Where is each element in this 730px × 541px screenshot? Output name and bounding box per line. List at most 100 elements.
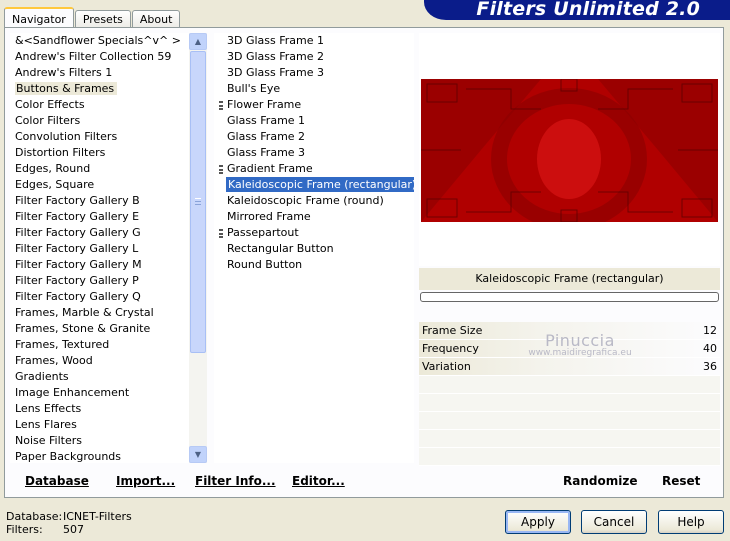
filter-item[interactable]: Gradient Frame bbox=[214, 161, 414, 177]
apply-button[interactable]: Apply bbox=[505, 510, 571, 534]
filter-info-button[interactable]: Filter Info... bbox=[195, 474, 276, 488]
filter-item[interactable]: Glass Frame 2 bbox=[214, 129, 414, 145]
category-item[interactable]: Color Filters bbox=[10, 113, 189, 129]
filter-label: Bull's Eye bbox=[227, 82, 281, 95]
category-item[interactable]: Paper Backgrounds bbox=[10, 449, 189, 463]
filter-label: Kaleidoscopic Frame (round) bbox=[227, 194, 384, 207]
filter-item[interactable]: Flower Frame bbox=[214, 97, 414, 113]
scrollbar-thumb[interactable] bbox=[190, 51, 206, 353]
grip-icon bbox=[195, 198, 201, 205]
category-item[interactable]: Frames, Wood bbox=[10, 353, 189, 369]
filter-label: Round Button bbox=[227, 258, 303, 271]
category-item[interactable]: Buttons & Frames bbox=[10, 81, 189, 97]
filter-label: 3D Glass Frame 1 bbox=[227, 34, 325, 47]
category-item[interactable]: Convolution Filters bbox=[10, 129, 189, 145]
category-label: Image Enhancement bbox=[15, 386, 130, 399]
category-item[interactable]: Andrew's Filters 1 bbox=[10, 65, 189, 81]
parameter-row[interactable]: Variation 36 bbox=[419, 358, 720, 376]
category-item[interactable]: Frames, Marble & Crystal bbox=[10, 305, 189, 321]
cancel-button[interactable]: Cancel bbox=[581, 510, 647, 534]
category-item[interactable]: Edges, Square bbox=[10, 177, 189, 193]
tab-about[interactable]: About bbox=[131, 10, 181, 28]
progress-bar bbox=[420, 292, 719, 302]
help-button[interactable]: Help bbox=[658, 510, 724, 534]
category-item[interactable]: Filter Factory Gallery Q bbox=[10, 289, 189, 305]
filters-label: Filters: bbox=[6, 523, 43, 536]
filter-item[interactable]: Round Button bbox=[214, 257, 414, 273]
arrow-up-icon[interactable]: ▲ bbox=[189, 33, 207, 50]
category-item[interactable]: Filter Factory Gallery B bbox=[10, 193, 189, 209]
category-label: Frames, Textured bbox=[15, 338, 110, 351]
category-item[interactable]: Lens Effects bbox=[10, 401, 189, 417]
filter-item[interactable]: Rectangular Button bbox=[214, 241, 414, 257]
filter-item[interactable]: 3D Glass Frame 2 bbox=[214, 49, 414, 65]
filter-item[interactable]: Mirrored Frame bbox=[214, 209, 414, 225]
category-item[interactable]: Filter Factory Gallery G bbox=[10, 225, 189, 241]
category-list[interactable]: &<Sandflower Specials^v^ > Andrew's Filte… bbox=[10, 33, 189, 463]
category-item[interactable]: Filter Factory Gallery M bbox=[10, 257, 189, 273]
filter-item[interactable]: Kaleidoscopic Frame (rectangular) bbox=[214, 177, 414, 193]
randomize-button[interactable]: Randomize bbox=[563, 474, 637, 488]
category-label: Andrew's Filter Collection 59 bbox=[15, 50, 172, 63]
category-scrollbar[interactable]: ▲ ▼ bbox=[189, 33, 207, 463]
category-label: Color Filters bbox=[15, 114, 81, 127]
filter-name-display: Kaleidoscopic Frame (rectangular) bbox=[419, 268, 720, 290]
import-button[interactable]: Import... bbox=[116, 474, 175, 488]
parameter-label: Variation bbox=[422, 360, 471, 373]
group-marker-icon bbox=[219, 229, 223, 238]
parameter-value[interactable]: 36 bbox=[703, 358, 717, 376]
parameter-value[interactable]: 12 bbox=[703, 322, 717, 340]
category-item[interactable]: &<Sandflower Specials^v^ > bbox=[10, 33, 189, 49]
category-item[interactable]: Andrew's Filter Collection 59 bbox=[10, 49, 189, 65]
filter-item[interactable]: Passepartout bbox=[214, 225, 414, 241]
group-marker-icon bbox=[219, 165, 223, 174]
category-label: Color Effects bbox=[15, 98, 85, 111]
parameter-row[interactable]: Frame Size 12 bbox=[419, 322, 720, 340]
filter-label: 3D Glass Frame 2 bbox=[227, 50, 325, 63]
parameter-panel: Frame Size 12 Frequency 40 Variation 36 bbox=[419, 322, 720, 466]
filter-item[interactable]: Glass Frame 1 bbox=[214, 113, 414, 129]
reset-button[interactable]: Reset bbox=[662, 474, 700, 488]
filter-item[interactable]: Kaleidoscopic Frame (round) bbox=[214, 193, 414, 209]
filter-label: Passepartout bbox=[227, 226, 299, 239]
database-value: ICNET-Filters bbox=[63, 510, 132, 523]
tab-presets[interactable]: Presets bbox=[74, 10, 131, 28]
category-item[interactable]: Filter Factory Gallery L bbox=[10, 241, 189, 257]
filter-item[interactable]: Glass Frame 3 bbox=[214, 145, 414, 161]
tab-bar: Navigator Presets About bbox=[4, 6, 181, 29]
filter-label: Glass Frame 3 bbox=[227, 146, 306, 159]
database-button[interactable]: Database bbox=[25, 474, 89, 488]
filter-item[interactable]: Bull's Eye bbox=[214, 81, 414, 97]
category-label: &<Sandflower Specials^v^ > bbox=[15, 34, 181, 47]
category-item[interactable]: Filter Factory Gallery E bbox=[10, 209, 189, 225]
parameter-slot-empty bbox=[419, 448, 720, 466]
category-item[interactable]: Frames, Textured bbox=[10, 337, 189, 353]
parameter-row[interactable]: Frequency 40 bbox=[419, 340, 720, 358]
category-item[interactable]: Distortion Filters bbox=[10, 145, 189, 161]
category-label: Paper Backgrounds bbox=[15, 450, 122, 463]
category-item[interactable]: Gradients bbox=[10, 369, 189, 385]
tab-navigator[interactable]: Navigator bbox=[4, 7, 74, 29]
filter-item[interactable]: 3D Glass Frame 1 bbox=[214, 33, 414, 49]
category-label: Filter Factory Gallery P bbox=[15, 274, 139, 287]
app-title: Filters Unlimited 2.0 bbox=[476, 0, 700, 20]
parameter-label: Frame Size bbox=[422, 324, 483, 337]
arrow-down-icon[interactable]: ▼ bbox=[189, 446, 207, 463]
category-item[interactable]: Image Enhancement bbox=[10, 385, 189, 401]
category-item[interactable]: Edges, Round bbox=[10, 161, 189, 177]
category-item[interactable]: Noise Filters bbox=[10, 433, 189, 449]
category-label: Distortion Filters bbox=[15, 146, 106, 159]
filter-label: Gradient Frame bbox=[227, 162, 313, 175]
group-marker-icon bbox=[219, 101, 223, 110]
filter-label: Glass Frame 1 bbox=[227, 114, 306, 127]
editor-button[interactable]: Editor... bbox=[292, 474, 345, 488]
category-item[interactable]: Filter Factory Gallery P bbox=[10, 273, 189, 289]
filter-list[interactable]: 3D Glass Frame 1 3D Glass Frame 2 3D Glass… bbox=[214, 33, 414, 463]
category-label: Filter Factory Gallery M bbox=[15, 258, 142, 271]
category-item[interactable]: Frames, Stone & Granite bbox=[10, 321, 189, 337]
category-item[interactable]: Lens Flares bbox=[10, 417, 189, 433]
category-item[interactable]: Color Effects bbox=[10, 97, 189, 113]
filter-label: Glass Frame 2 bbox=[227, 130, 306, 143]
filter-item[interactable]: 3D Glass Frame 3 bbox=[214, 65, 414, 81]
parameter-value[interactable]: 40 bbox=[703, 340, 717, 358]
